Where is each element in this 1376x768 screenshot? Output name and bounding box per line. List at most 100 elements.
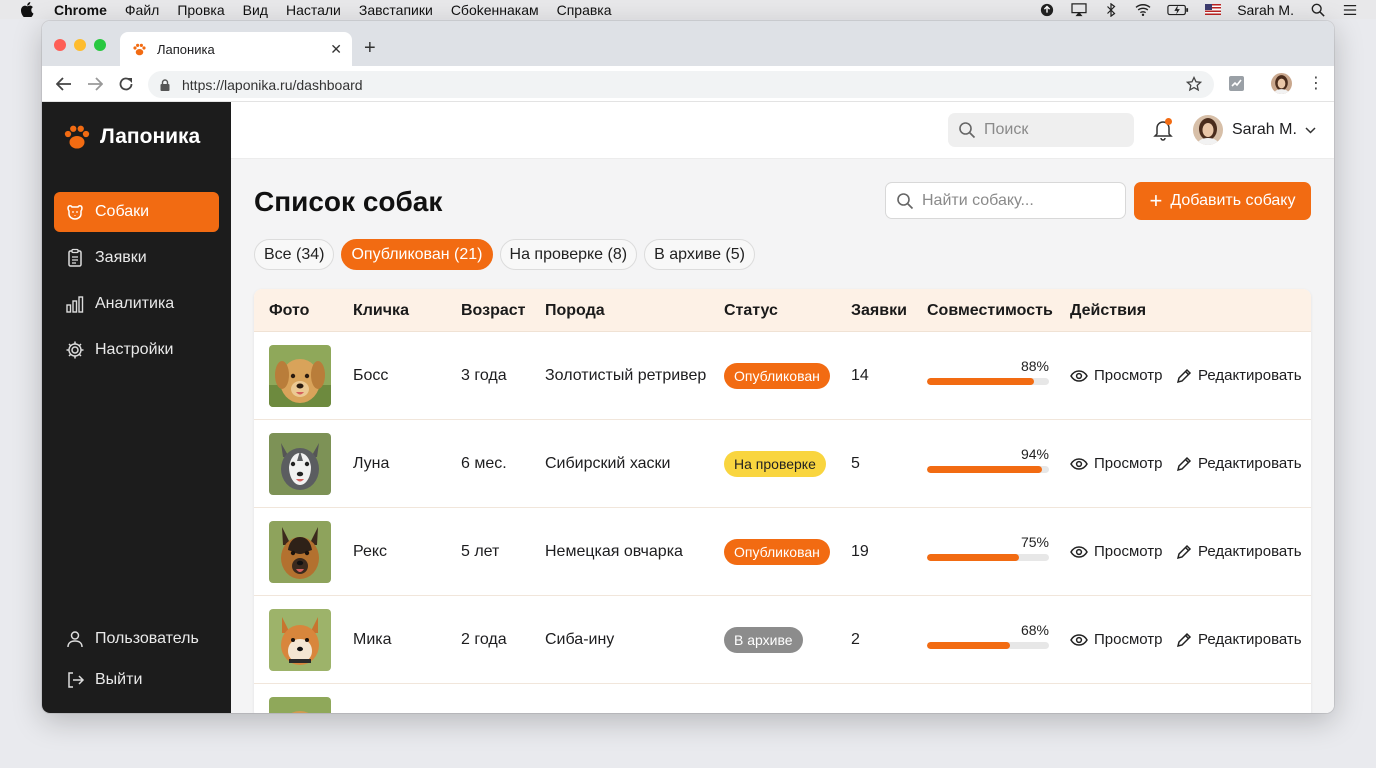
- edit-button[interactable]: Редактировать: [1176, 543, 1302, 560]
- extension-icon[interactable]: [1228, 75, 1245, 92]
- filter-chip-all[interactable]: Все (34): [254, 239, 335, 270]
- menu-file[interactable]: Файл: [125, 2, 159, 18]
- dog-photo-german-shepherd[interactable]: [269, 521, 331, 583]
- forward-arrow-icon[interactable]: [87, 77, 103, 91]
- filter-chip-review[interactable]: На проверке (8): [499, 239, 638, 270]
- compatibility-bar: [927, 642, 1049, 649]
- column-header-name[interactable]: Кличка: [353, 302, 409, 320]
- control-center-icon[interactable]: [1342, 3, 1358, 17]
- address-bar[interactable]: https://laponika.ru/dashboard: [148, 71, 1214, 98]
- dog-name[interactable]: Мика: [353, 631, 392, 649]
- view-label: Просмотр: [1094, 631, 1163, 648]
- reload-icon[interactable]: [118, 76, 134, 92]
- filter-chip-archive[interactable]: В архиве (5): [644, 239, 755, 270]
- column-header-breed[interactable]: Порода: [545, 302, 605, 320]
- battery-icon[interactable]: [1167, 3, 1189, 17]
- table-row[interactable]: Босс 3 года Золотистый ретривер Опублико…: [254, 332, 1311, 420]
- dog-photo-husky[interactable]: [269, 433, 331, 495]
- app-root: Лапоника Собаки Заявки Аналитика Настрой…: [42, 102, 1334, 713]
- menu-app-name[interactable]: Chrome: [54, 2, 107, 18]
- view-button[interactable]: Просмотр: [1070, 367, 1163, 384]
- edit-label: Редактировать: [1198, 631, 1302, 648]
- edit-button[interactable]: Редактировать: [1176, 631, 1302, 648]
- status-badge: В архиве: [724, 627, 803, 653]
- dog-search-input[interactable]: Найти собаку...: [885, 182, 1126, 219]
- search-icon: [897, 192, 914, 209]
- dog-age: 6 мес.: [461, 455, 507, 472]
- bar-chart-icon: [66, 296, 84, 313]
- paw-favicon-icon: [133, 43, 146, 55]
- sidebar-item-dogs[interactable]: Собаки: [54, 192, 219, 232]
- global-search-input[interactable]: Поиск: [948, 113, 1134, 147]
- dog-name[interactable]: Рекс: [353, 543, 387, 561]
- dog-photo-shiba-inu[interactable]: [269, 609, 331, 671]
- brand-name: Лапоника: [100, 125, 201, 148]
- us-flag-input-icon[interactable]: [1205, 4, 1222, 15]
- browser-menu-icon[interactable]: ⋮: [1308, 73, 1324, 93]
- add-dog-button[interactable]: + Добавить собаку: [1134, 182, 1311, 220]
- column-header-actions[interactable]: Действия: [1070, 302, 1146, 320]
- sidebar: Лапоника Собаки Заявки Аналитика Настрой…: [42, 102, 231, 713]
- sidebar-item-user[interactable]: Пользователь: [54, 619, 219, 659]
- macos-menubar: Chrome Файл Провка Вид Настали Завстапик…: [0, 0, 1376, 19]
- airplay-icon[interactable]: [1071, 2, 1087, 17]
- menu-view[interactable]: Вид: [243, 2, 268, 18]
- menu-history[interactable]: Настали: [286, 2, 341, 18]
- dog-photo-golden-retriever[interactable]: [269, 345, 331, 407]
- column-header-compatibility[interactable]: Совместимость: [927, 302, 1053, 320]
- menu-edit[interactable]: Провка: [177, 2, 224, 18]
- bookmark-star-icon[interactable]: [1186, 76, 1202, 92]
- browser-tab-active[interactable]: Лапоника ✕: [120, 32, 352, 66]
- table-header: Фото Кличка Возраст Порода Статус Заявки…: [254, 289, 1311, 332]
- wifi-icon[interactable]: [1135, 3, 1151, 17]
- page-title: Список собак: [254, 186, 443, 217]
- new-tab-button[interactable]: +: [364, 37, 376, 60]
- back-arrow-icon[interactable]: [56, 77, 72, 91]
- table-row[interactable]: [254, 684, 1311, 713]
- url-text: https://laponika.ru/dashboard: [182, 76, 363, 93]
- close-tab-icon[interactable]: ✕: [330, 41, 342, 58]
- logout-icon: [68, 672, 85, 688]
- zoom-window-button[interactable]: [94, 39, 106, 51]
- close-window-button[interactable]: [54, 39, 66, 51]
- table-row[interactable]: Луна 6 мес. Сибирский хаски На проверке …: [254, 420, 1311, 508]
- column-header-photo[interactable]: Фото: [269, 302, 309, 320]
- table-row[interactable]: Рекс 5 лет Немецкая овчарка Опубликован …: [254, 508, 1311, 596]
- dog-photo-partial[interactable]: [269, 697, 331, 713]
- minimize-window-button[interactable]: [74, 39, 86, 51]
- column-header-status[interactable]: Статус: [724, 302, 778, 320]
- bluetooth-icon[interactable]: [1103, 2, 1119, 17]
- dog-age: 2 года: [461, 631, 507, 648]
- dog-name[interactable]: Луна: [353, 455, 389, 473]
- edit-button[interactable]: Редактировать: [1176, 455, 1302, 472]
- view-button[interactable]: Просмотр: [1070, 543, 1163, 560]
- upload-status-icon[interactable]: [1039, 3, 1055, 17]
- gear-icon: [66, 341, 84, 359]
- view-button[interactable]: Просмотр: [1070, 455, 1163, 472]
- user-menu[interactable]: Sarah M.: [1193, 115, 1316, 145]
- column-header-age[interactable]: Возраст: [461, 302, 525, 320]
- view-button[interactable]: Просмотр: [1070, 631, 1163, 648]
- filter-chip-published[interactable]: Опубликован (21): [341, 239, 493, 270]
- sidebar-item-requests[interactable]: Заявки: [54, 238, 219, 278]
- dog-name[interactable]: Босс: [353, 367, 388, 385]
- profile-avatar[interactable]: [1271, 73, 1292, 94]
- menu-bookmarks[interactable]: Завстапики: [359, 2, 433, 18]
- dog-breed: Золотистый ретривер: [545, 367, 707, 384]
- apple-logo-icon[interactable]: [20, 2, 34, 17]
- compatibility-bar: [927, 554, 1049, 561]
- sidebar-item-label: Пользователь: [95, 630, 199, 647]
- menubar-user-name[interactable]: Sarah M.: [1237, 2, 1294, 18]
- sidebar-item-logout[interactable]: Выйти: [54, 660, 219, 700]
- spotlight-search-icon[interactable]: [1310, 3, 1326, 17]
- brand-logo[interactable]: Лапоника: [62, 122, 200, 152]
- dog-age: 5 лет: [461, 543, 500, 560]
- menu-profiles[interactable]: Сбоkеннакам: [451, 2, 539, 18]
- lock-icon[interactable]: [160, 78, 170, 91]
- sidebar-item-analytics[interactable]: Аналитика: [54, 284, 219, 324]
- sidebar-item-settings[interactable]: Настройки: [54, 330, 219, 370]
- column-header-requests[interactable]: Заявки: [851, 302, 907, 320]
- menu-help[interactable]: Справка: [557, 2, 612, 18]
- edit-button[interactable]: Редактировать: [1176, 367, 1302, 384]
- table-row[interactable]: Мика 2 года Сиба-ину В архиве 2 68% Прос…: [254, 596, 1311, 684]
